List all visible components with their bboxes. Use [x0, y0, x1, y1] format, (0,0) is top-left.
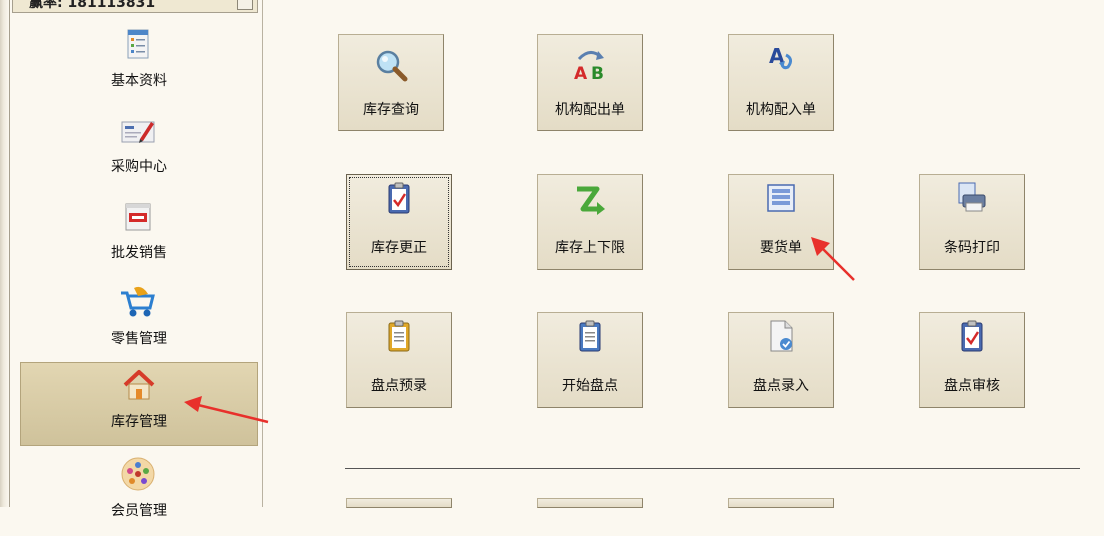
- purchase-order-icon: [121, 121, 155, 143]
- tile-label: 库存更正: [371, 240, 427, 256]
- tile-label: 机构配入单: [746, 102, 816, 118]
- sale-tag-icon: [125, 203, 151, 231]
- sidebar-item-label: 零售管理: [111, 331, 167, 347]
- tile-label: 要货单: [760, 240, 802, 256]
- tile-label: 盘点预录: [371, 378, 427, 394]
- tile-label: 机构配出单: [555, 102, 625, 118]
- list-document-icon: [767, 184, 795, 212]
- sidebar-item-retail[interactable]: 零售管理: [20, 280, 258, 364]
- inventory-correct-button[interactable]: 库存更正: [346, 174, 452, 270]
- sidebar-item-label: 批发销售: [111, 245, 167, 261]
- sidebar-item-basic-data[interactable]: 基本资料: [20, 22, 258, 106]
- document-list-icon: [127, 29, 149, 59]
- house-icon: [123, 370, 155, 400]
- sidebar-item-label: 库存管理: [111, 414, 167, 430]
- sidebar-edge: [0, 0, 10, 507]
- tile-label: 盘点审核: [944, 378, 1000, 394]
- sidebar-item-inventory[interactable]: 库存管理: [20, 362, 258, 446]
- ab-transfer-icon: A B: [574, 51, 604, 81]
- sidebar-header: 赢率: 181113831: [12, 0, 258, 13]
- magnifier-icon: [376, 50, 408, 82]
- sidebar-item-label: 基本资料: [111, 73, 167, 89]
- sidebar-item-label: 会员管理: [111, 503, 167, 519]
- printer-icon: [958, 182, 986, 212]
- barcode-print-button[interactable]: 条码打印: [919, 174, 1025, 270]
- clipboard-check-icon: [388, 182, 410, 214]
- sidebar-item-purchasing[interactable]: 采购中心: [20, 108, 258, 192]
- tile-label: 开始盘点: [562, 378, 618, 394]
- shopping-cart-icon: [121, 286, 155, 317]
- sidebar-item-label: 采购中心: [111, 159, 167, 175]
- count-audit-button[interactable]: 盘点审核: [919, 312, 1025, 408]
- count-pre-button[interactable]: 盘点预录: [346, 312, 452, 408]
- members-icon: [121, 457, 155, 491]
- branch-in-button[interactable]: A 机构配入单: [728, 34, 834, 131]
- sidebar-collapse-button[interactable]: [237, 0, 253, 10]
- clipboard-icon: [388, 320, 410, 352]
- a-rotate-icon: A: [769, 44, 793, 70]
- tile-label: 盘点录入: [753, 378, 809, 394]
- clipboard-check-icon: [961, 320, 983, 352]
- section-divider: [345, 468, 1080, 469]
- count-start-button[interactable]: 开始盘点: [537, 312, 643, 408]
- count-entry-button[interactable]: 盘点录入: [728, 312, 834, 408]
- stock-limits-button[interactable]: 库存上下限: [537, 174, 643, 270]
- zigzag-arrow-icon: [577, 186, 605, 215]
- document-check-icon: [770, 320, 793, 352]
- branch-out-button[interactable]: A B 机构配出单: [537, 34, 643, 131]
- inventory-query-button[interactable]: 库存查询: [338, 34, 444, 131]
- tile-label: 库存上下限: [555, 240, 625, 256]
- tile-label: 库存查询: [363, 102, 419, 118]
- svg-text:B: B: [591, 64, 604, 81]
- requisition-button[interactable]: 要货单: [728, 174, 834, 270]
- sidebar-item-wholesale[interactable]: 批发销售: [20, 194, 258, 278]
- sidebar-nav: 赢率: 181113831 基本资料 采购中心 批发销售 零售管理 库存管理 会…: [0, 0, 263, 519]
- svg-text:A: A: [574, 64, 588, 81]
- clipboard-icon: [579, 320, 601, 352]
- sidebar-header-text: 赢率: 181113831: [29, 0, 156, 11]
- tile-label: 条码打印: [944, 240, 1000, 256]
- sidebar-item-members[interactable]: 会员管理: [20, 452, 258, 536]
